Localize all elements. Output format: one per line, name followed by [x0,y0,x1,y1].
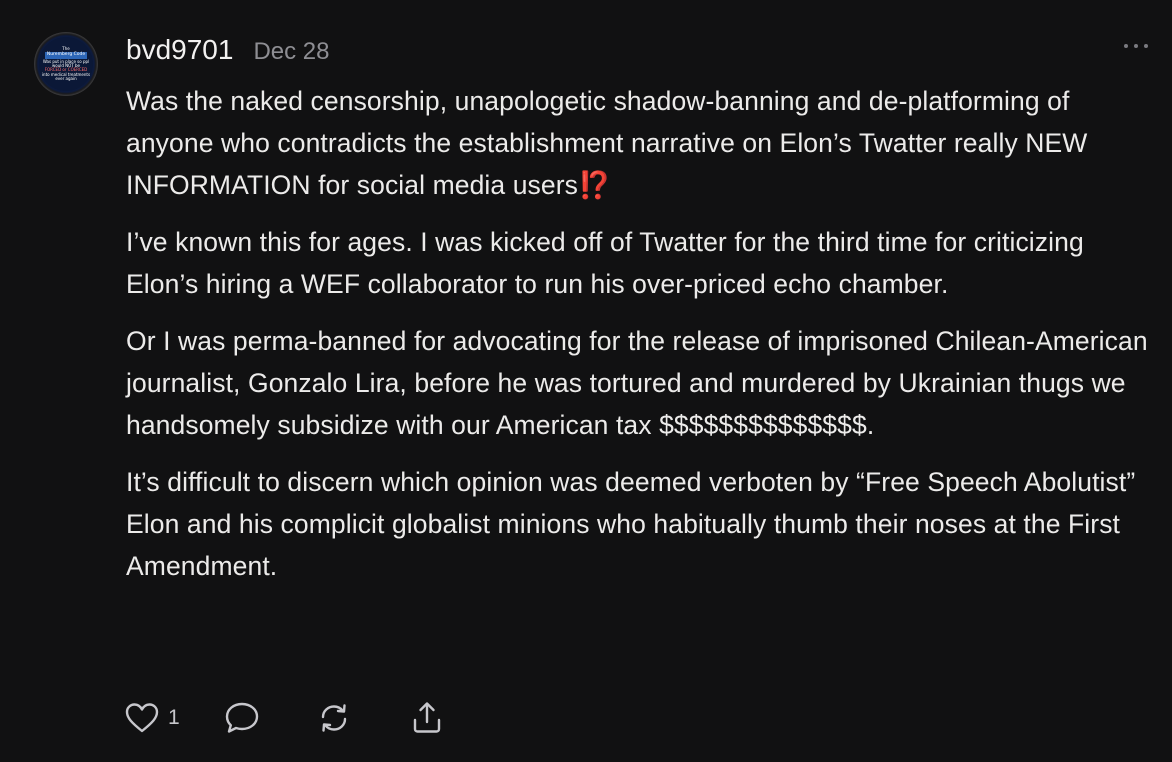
like-count: 1 [168,706,180,729]
comment-header: bvd9701 Dec 28 [126,34,329,66]
ellipsis-icon[interactable] [1124,40,1148,52]
avatar-text-line: ever again [55,75,77,81]
restack-button[interactable] [316,701,352,735]
reply-button[interactable] [224,701,260,735]
interrobang-emoji: ⁉️ [578,170,612,200]
comment-paragraph: Or I was perma-banned for advocating for… [126,326,1148,440]
ellipsis-dot [1134,44,1138,48]
comment-body: Was the naked censorship, unapologetic s… [126,80,1156,602]
like-button[interactable]: 1 [124,702,180,734]
comment-paragraph: It’s difficult to discern which opinion … [126,467,1136,581]
share-icon [410,700,444,736]
username[interactable]: bvd9701 [126,34,233,66]
ellipsis-dot [1144,44,1148,48]
ellipsis-dot [1124,44,1128,48]
restack-icon [316,701,352,735]
comment-actions: 1 [124,698,444,738]
comment-date[interactable]: Dec 28 [253,38,329,66]
speech-bubble-icon [224,701,260,735]
comment-paragraph: I’ve known this for ages. I was kicked o… [126,227,1084,299]
heart-icon [124,702,160,734]
avatar-text-title: Nuremberg Code [44,52,88,59]
share-button[interactable] [410,700,444,736]
avatar[interactable]: The Nuremberg Code Was put in place so p… [34,32,98,96]
avatar-text-line: The [62,46,70,52]
avatar-image: The Nuremberg Code Was put in place so p… [39,37,93,91]
comment-paragraph: Was the naked censorship, unapologetic s… [126,80,1156,206]
